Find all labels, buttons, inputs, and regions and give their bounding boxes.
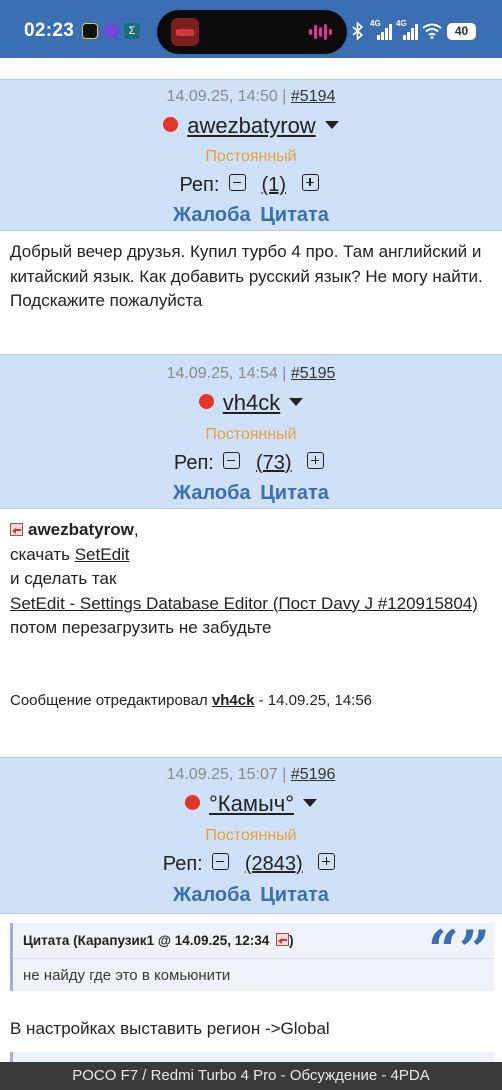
sigma-app-icon: Σ <box>124 23 140 39</box>
post-author: °Камыч° <box>0 791 502 817</box>
post-actions: Жалоба Цитата <box>0 204 502 227</box>
quote-header-end: ) <box>289 933 294 948</box>
online-status-icon <box>184 795 200 810</box>
quote-header: Цитата (Карапузик1 @ 14.09.25, 12:34 ) <box>23 933 294 948</box>
complaint-link[interactable]: Жалоба <box>173 204 251 226</box>
post-header: 14.09.25, 14:50 | #5194 awezbatyrow Пост… <box>0 79 502 231</box>
rep-plus-icon[interactable] <box>318 853 336 870</box>
edited-user-link[interactable]: vh4ck <box>212 692 255 709</box>
divider <box>13 958 494 959</box>
body-line: потом перезагрузить не забудьте <box>10 618 272 637</box>
edited-note: Сообщение отредактировал vh4ck - 14.09.2… <box>10 692 372 709</box>
post-date: 14.09.25, 15:07 <box>166 766 278 783</box>
complaint-link[interactable]: Жалоба <box>173 482 251 504</box>
user-rank: Постоянный <box>205 827 297 844</box>
dynamic-island[interactable] <box>157 10 347 54</box>
post-number-link[interactable]: #5195 <box>291 365 336 382</box>
post-actions: Жалоба Цитата <box>0 884 502 907</box>
rep-label: Реп: <box>162 853 203 875</box>
post-actions: Жалоба Цитата <box>0 482 502 505</box>
app-notification-icon <box>103 23 119 39</box>
network-type-label: 4G <box>396 19 407 28</box>
back-arrow-icon[interactable] <box>10 523 23 536</box>
caret-down-icon[interactable] <box>324 121 339 129</box>
meta-separator: | <box>282 365 287 382</box>
battery-indicator: 40 <box>447 23 476 40</box>
post-meta: 14.09.25, 14:54 | #5195 <box>0 365 502 383</box>
post-meta: 14.09.25, 14:50 | #5194 <box>0 88 502 106</box>
user-rank: Постоянный <box>205 426 297 443</box>
status-bar: 02:23 Σ 4G 4G 40 <box>0 0 502 58</box>
rep-value-link[interactable]: (73) <box>256 452 292 474</box>
bluetooth-icon <box>352 22 364 40</box>
body-text: скачать <box>10 544 70 564</box>
reputation: Реп: (2843) <box>0 853 502 876</box>
post-number-link[interactable]: #5196 <box>291 766 336 783</box>
rep-label: Реп: <box>179 174 220 196</box>
rep-value-link[interactable]: (1) <box>262 174 286 196</box>
app-notification-icon <box>82 23 98 39</box>
quote-marks-icon: “” <box>427 918 490 982</box>
post-author: awezbatyrow <box>0 113 502 139</box>
post-header: 14.09.25, 15:07 | #5196 °Камыч° Постоянн… <box>0 757 502 914</box>
clock: 02:23 <box>24 20 75 41</box>
reply-comma: , <box>133 520 139 539</box>
meta-separator: | <box>282 88 287 105</box>
author-name-link[interactable]: vh4ck <box>223 390 280 415</box>
reply-to-user[interactable]: awezbatyrow <box>28 520 134 539</box>
quote-text: не найду где это в комьюнити <box>23 967 231 984</box>
post-author: vh4ck <box>0 390 502 416</box>
quote-block <box>10 1052 494 1062</box>
rep-plus-icon[interactable] <box>307 452 325 469</box>
online-status-icon <box>163 117 179 132</box>
post-body: В настройках выставить регион ->Global <box>10 1019 330 1038</box>
user-rank: Постоянный <box>205 148 297 165</box>
caret-down-icon[interactable] <box>289 398 304 406</box>
rep-minus-icon[interactable] <box>212 853 230 870</box>
post-date: 14.09.25, 14:50 <box>166 88 278 105</box>
post-link[interactable]: SetEdit - Settings Database Editor (Пост… <box>10 592 494 617</box>
quote-header-text: Цитата (Карапузик1 @ 14.09.25, 12:34 <box>23 933 270 948</box>
post-date: 14.09.25, 14:54 <box>166 365 278 382</box>
online-status-icon <box>198 394 214 409</box>
caret-down-icon[interactable] <box>303 799 318 807</box>
rep-value-link[interactable]: (2843) <box>245 853 303 875</box>
body-line: скачать SetEdit <box>10 543 494 568</box>
reputation: Реп: (73) <box>0 452 502 475</box>
media-thumbnail-icon <box>171 18 199 46</box>
rep-plus-icon[interactable] <box>301 174 319 191</box>
back-arrow-icon[interactable] <box>276 933 290 946</box>
post-body: awezbatyrow, скачать SetEdit и сделать т… <box>10 518 494 641</box>
page-title-bar: POCO F7 / Redmi Turbo 4 Pro - Обсуждение… <box>0 1062 502 1090</box>
reply-line: awezbatyrow, <box>10 518 494 543</box>
rep-minus-icon[interactable] <box>228 174 246 191</box>
rep-label: Реп: <box>173 452 214 474</box>
body-line: и сделать так <box>10 569 117 588</box>
network-type-label: 4G <box>370 19 381 28</box>
author-name-link[interactable]: awezbatyrow <box>187 113 315 138</box>
setedit-link[interactable]: SetEdit <box>75 545 130 564</box>
meta-separator: | <box>282 766 287 783</box>
quote-link[interactable]: Цитата <box>260 204 329 226</box>
post-header: 14.09.25, 14:54 | #5195 vh4ck Постоянный… <box>0 354 502 509</box>
author-name-link[interactable]: °Камыч° <box>209 791 294 816</box>
quote-link[interactable]: Цитата <box>260 884 329 906</box>
post-meta: 14.09.25, 15:07 | #5196 <box>0 766 502 784</box>
edited-prefix: Сообщение отредактировал <box>10 692 208 709</box>
complaint-link[interactable]: Жалоба <box>173 884 251 906</box>
quote-link[interactable]: Цитата <box>260 482 329 504</box>
post-number-link[interactable]: #5194 <box>291 88 336 105</box>
post-body: Добрый вечер друзья. Купил турбо 4 про. … <box>10 242 483 310</box>
reputation: Реп: (1) <box>0 174 502 197</box>
quote-block: Цитата (Карапузик1 @ 14.09.25, 12:34 ) “… <box>10 923 494 991</box>
edited-suffix: - 14.09.25, 14:56 <box>258 692 373 709</box>
audio-wave-icon <box>309 24 332 40</box>
wifi-icon <box>422 23 442 39</box>
rep-minus-icon[interactable] <box>223 452 241 469</box>
